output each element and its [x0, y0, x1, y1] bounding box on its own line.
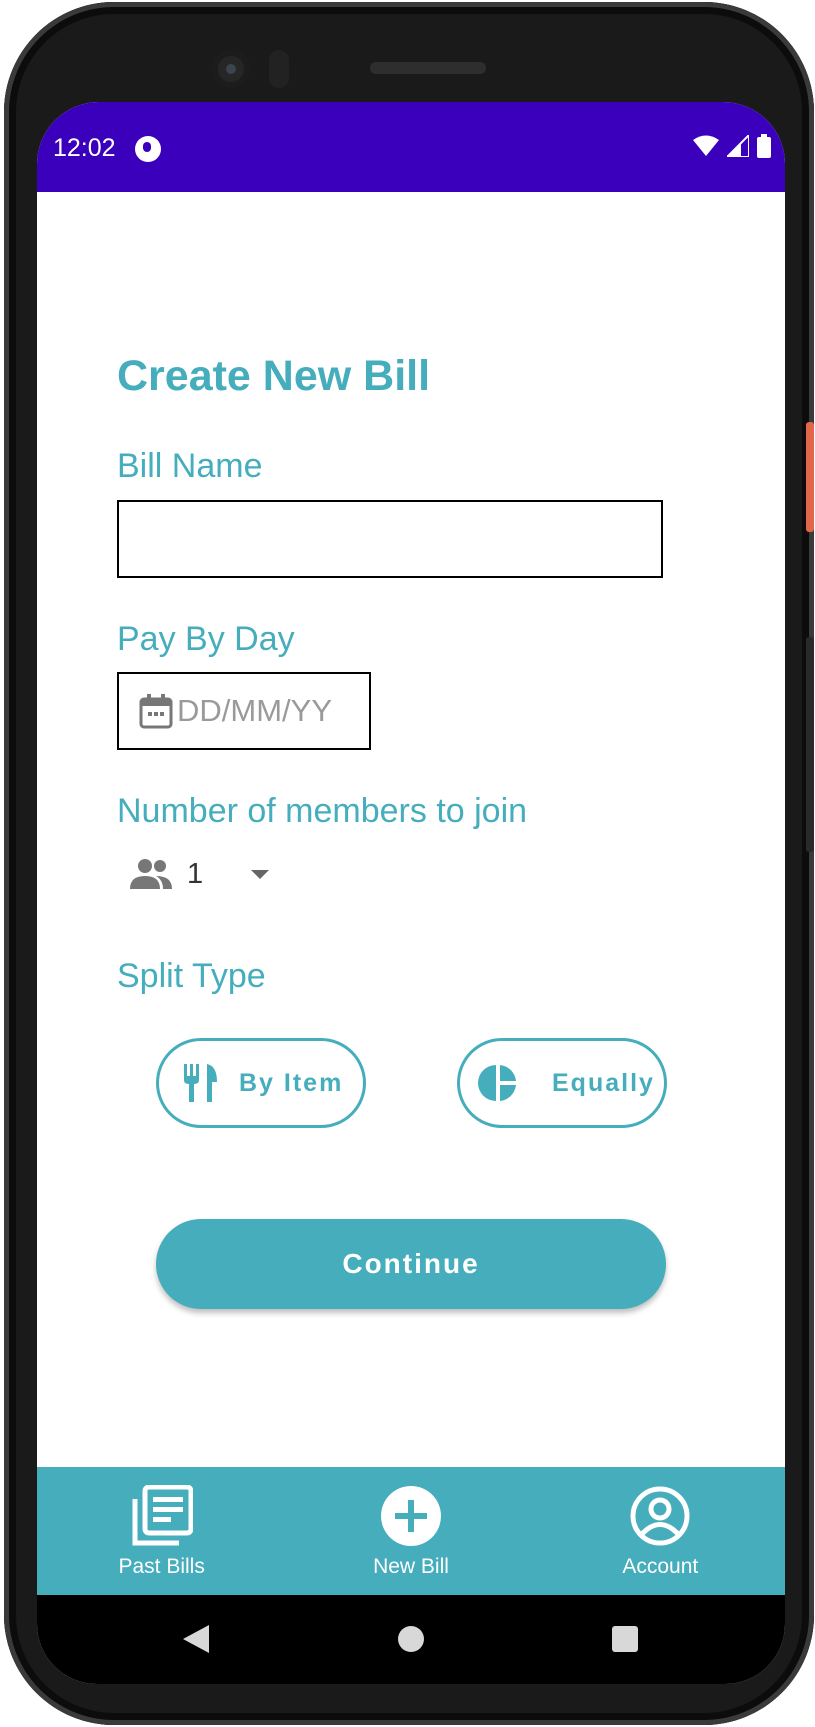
proximity-sensor [269, 50, 289, 88]
earpiece-speaker [370, 62, 486, 74]
page-title: Create New Bill [117, 352, 431, 400]
power-button [806, 422, 814, 532]
date-placeholder: DD/MM/YY [177, 693, 332, 728]
pie-chart-icon [478, 1065, 516, 1101]
split-type-label: Split Type [117, 957, 266, 995]
nav-account[interactable]: Account [536, 1467, 785, 1595]
date-field[interactable]: DD/MM/YY [117, 672, 371, 750]
nav-new-bill-label: New Bill [373, 1555, 449, 1578]
members-label: Number of members to join [117, 792, 528, 830]
nav-new-bill[interactable]: New Bill [286, 1467, 535, 1595]
split-equally-label: Equally [552, 1068, 655, 1097]
nav-account-label: Account [622, 1555, 699, 1578]
front-camera [212, 50, 250, 88]
bill-name-input[interactable] [117, 500, 663, 578]
status-icons [693, 134, 771, 158]
app-screen: 12:02 Create New Bill Bill Name Pay By D… [37, 102, 785, 1684]
split-equally-button[interactable]: Equally [457, 1038, 667, 1128]
utensils-icon [184, 1064, 217, 1102]
back-icon[interactable] [183, 1625, 209, 1653]
nav-past-bills[interactable]: Past Bills [37, 1467, 286, 1595]
nav-past-bills-label: Past Bills [118, 1555, 205, 1578]
recents-icon[interactable] [612, 1626, 638, 1652]
status-bar: 12:02 [37, 102, 785, 192]
account-circle-icon [630, 1486, 690, 1546]
split-by-item-label: By Item [239, 1068, 344, 1097]
notification-app-icon [135, 136, 161, 162]
add-circle-icon [380, 1486, 441, 1546]
people-icon [130, 859, 172, 889]
pay-by-day-label: Pay By Day [117, 620, 295, 658]
volume-button [806, 637, 814, 852]
members-dropdown[interactable]: 1 [129, 857, 269, 891]
receipt-list-icon [132, 1485, 193, 1546]
system-nav-bar [37, 1595, 785, 1684]
continue-button[interactable]: Continue [156, 1219, 666, 1309]
status-time: 12:02 [53, 134, 116, 162]
bottom-nav: Past Bills New Bill Account [37, 1467, 785, 1595]
split-by-item-button[interactable]: By Item [156, 1038, 366, 1128]
calendar-icon [139, 694, 173, 729]
dropdown-arrow-icon [251, 869, 269, 879]
wifi-icon [693, 135, 719, 156]
signal-icon [727, 135, 749, 157]
home-icon[interactable] [398, 1626, 424, 1652]
phone-frame: 12:02 Create New Bill Bill Name Pay By D… [4, 2, 814, 1725]
bill-name-label: Bill Name [117, 447, 263, 485]
members-value: 1 [187, 857, 204, 890]
battery-icon [757, 134, 771, 158]
